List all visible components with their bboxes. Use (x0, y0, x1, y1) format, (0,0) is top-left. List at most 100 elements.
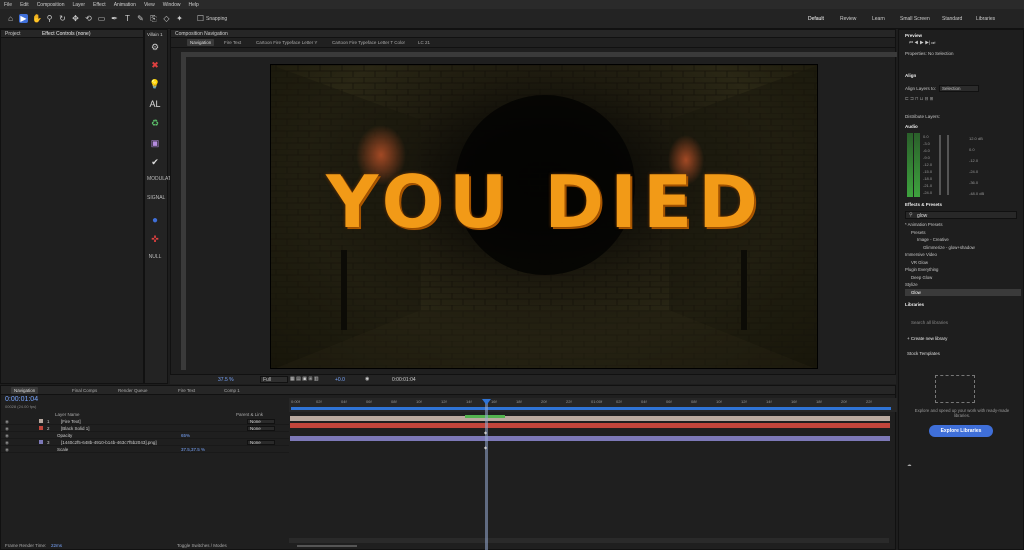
layer-name[interactable]: [Fire Text] (61, 418, 81, 425)
menu-item-window[interactable]: Window (163, 2, 181, 8)
checkmark-icon[interactable]: ✔ (148, 157, 162, 168)
selection-tool-icon[interactable]: ▶ (19, 14, 28, 23)
effects-tree-item[interactable]: Immersive Video (905, 251, 1021, 259)
zoom-tool-icon[interactable]: ⚲ (45, 14, 54, 23)
layer-bar-black-solid[interactable] (290, 423, 890, 428)
zoom-slider[interactable] (297, 545, 357, 547)
layer-bar-png[interactable] (290, 436, 890, 441)
layer-name[interactable]: Opacity (57, 432, 72, 439)
explore-libraries-button[interactable]: Explore Libraries (929, 425, 993, 437)
eye-icon[interactable]: ◉ (5, 425, 9, 432)
menu-item-layer[interactable]: Layer (72, 2, 85, 8)
table-row[interactable]: ◉ 2 [Black Solid 1] None (1, 425, 289, 432)
property-value[interactable]: 65% (181, 432, 190, 439)
effects-tree-item[interactable]: * Animation Presets (905, 221, 1021, 229)
label-color-swatch[interactable] (39, 426, 43, 430)
comp-tab[interactable]: Cartoon Fire Typeface Letter T Color (329, 39, 408, 46)
audio-slider[interactable] (947, 135, 949, 195)
timeline-tab[interactable]: Final Comps (69, 387, 100, 394)
menu-item-animation[interactable]: Animation (114, 2, 136, 8)
parent-dropdown[interactable]: None (247, 426, 275, 431)
layers-icon[interactable]: ▣ (148, 138, 162, 149)
target-icon[interactable]: ✜ (148, 234, 162, 245)
home-icon[interactable]: ⌂ (6, 14, 15, 23)
create-library-button[interactable]: + Create new library (907, 336, 947, 341)
eraser-tool-icon[interactable]: ◇ (162, 14, 171, 23)
current-time-display[interactable]: 0:00:01:04 (392, 377, 416, 383)
expand-arrows-icon[interactable]: ✖ (148, 60, 162, 71)
table-row[interactable]: ◉ 1 [Fire Text] None (1, 418, 289, 425)
effects-search-input[interactable]: ⚲ glow (905, 211, 1017, 219)
gear-icon[interactable]: ⚙ (148, 42, 162, 53)
menu-item-effect[interactable]: Effect (93, 2, 106, 8)
align-label-button[interactable]: AL (148, 99, 162, 109)
parent-dropdown[interactable]: None (247, 419, 275, 424)
menu-item-help[interactable]: Help (188, 2, 198, 8)
comp-tab[interactable]: Fire Text (221, 39, 244, 46)
rectangle-tool-icon[interactable]: ▭ (97, 14, 106, 23)
effects-tree-item[interactable]: Glimmerize - glow+shadow (905, 244, 1021, 252)
zoom-level[interactable]: 37.5 % (218, 377, 234, 383)
effects-tree-item[interactable]: Glow (905, 288, 1021, 296)
library-search-input[interactable]: Search all libraries (911, 320, 948, 325)
align-to-dropdown[interactable]: Selection (939, 85, 979, 92)
align-buttons-icon[interactable]: ⊏ ⊐ ⊓ ⊔ ⊟ ⊞ (905, 96, 933, 102)
puppet-tool-icon[interactable]: ✦ (175, 14, 184, 23)
menu-item-composition[interactable]: Composition (37, 2, 65, 8)
timeline-scrollbar[interactable] (289, 538, 889, 543)
playback-controls-icon[interactable]: ⏮ ◀ ▶ ▶| ⏭ (909, 40, 935, 45)
effects-tree-item[interactable]: Image - Creative (905, 236, 1021, 244)
null-button[interactable]: NULL (147, 254, 163, 260)
signal-button[interactable]: SIGNAL (147, 195, 165, 201)
effects-tree-item[interactable]: Stylize (905, 281, 1021, 289)
pan-tool-icon[interactable]: ✥ (71, 14, 80, 23)
menu-item-file[interactable]: File (4, 2, 12, 8)
property-value[interactable]: 37.5,37.5 % (181, 446, 205, 453)
resolution-dropdown[interactable]: Full (260, 376, 288, 383)
orbit-tool-icon[interactable]: ↻ (58, 14, 67, 23)
timeline-tab[interactable]: Fire Text (175, 387, 198, 394)
workspace-small-screen[interactable]: Small Screen (900, 16, 930, 22)
camera-icon[interactable]: ◉ (365, 376, 369, 382)
playhead[interactable] (485, 400, 488, 550)
effects-tree-item[interactable]: Deep Glow (905, 274, 1021, 282)
menu-item-edit[interactable]: Edit (20, 2, 29, 8)
workspace-review[interactable]: Review (840, 16, 856, 22)
eye-icon[interactable]: ◉ (5, 439, 9, 446)
menu-item-view[interactable]: View (144, 2, 155, 8)
layer-bar-fire-text[interactable] (290, 416, 890, 421)
comp-tab[interactable]: LC 21 (415, 39, 433, 46)
layer-name[interactable]: [Black Solid 1] (61, 425, 90, 432)
hand-tool-icon[interactable]: ✋ (32, 14, 42, 23)
table-row[interactable]: ◉ Scale 37.5,37.5 % (1, 446, 289, 453)
opacity-keyframe-icon[interactable]: ◆ (484, 430, 487, 435)
workspace-standard[interactable]: Standard (942, 16, 962, 22)
eye-icon[interactable]: ◉ (5, 446, 9, 453)
workspace-learn[interactable]: Learn (872, 16, 885, 22)
layer-name[interactable]: [1440c2f5-648b-4910-b14b-463c7f5b2043].p… (61, 439, 157, 446)
effects-tree-item[interactable]: VR Glow (905, 259, 1021, 267)
tab-project[interactable]: Project (5, 31, 21, 37)
clone-tool-icon[interactable]: ⎘ (149, 14, 158, 23)
type-tool-icon[interactable]: T (123, 14, 132, 23)
lightbulb-icon[interactable]: 💡 (148, 79, 162, 90)
workspace-default[interactable]: Default (808, 16, 824, 22)
brush-tool-icon[interactable]: ✎ (136, 14, 145, 23)
comp-tab[interactable]: Navigation (187, 39, 215, 46)
layer-name[interactable]: Scale (57, 446, 68, 453)
eye-icon[interactable]: ◉ (5, 432, 9, 439)
blue-circle-icon[interactable]: ● (148, 215, 162, 226)
effects-tree-item[interactable]: Plugin Everything (905, 266, 1021, 274)
rotate-tool-icon[interactable]: ⟲ (84, 14, 93, 23)
tab-effect-controls[interactable]: Effect Controls (none) (42, 31, 91, 37)
timeline-tab[interactable]: Comp 1 (221, 387, 243, 394)
pen-tool-icon[interactable]: ✒ (110, 14, 119, 23)
label-color-swatch[interactable] (39, 440, 43, 444)
scale-keyframe-icon[interactable]: ◆ (484, 445, 487, 450)
toggle-switches-modes[interactable]: Toggle Switches / Modes (177, 543, 227, 548)
exposure-value[interactable]: +0.0 (335, 377, 345, 383)
timeline-tab[interactable]: Navigation (11, 387, 39, 394)
table-row[interactable]: ◉ Opacity 65% (1, 432, 289, 439)
work-area-bar[interactable] (291, 407, 891, 410)
snapping-checkbox-icon[interactable]: ☐ (196, 14, 205, 23)
